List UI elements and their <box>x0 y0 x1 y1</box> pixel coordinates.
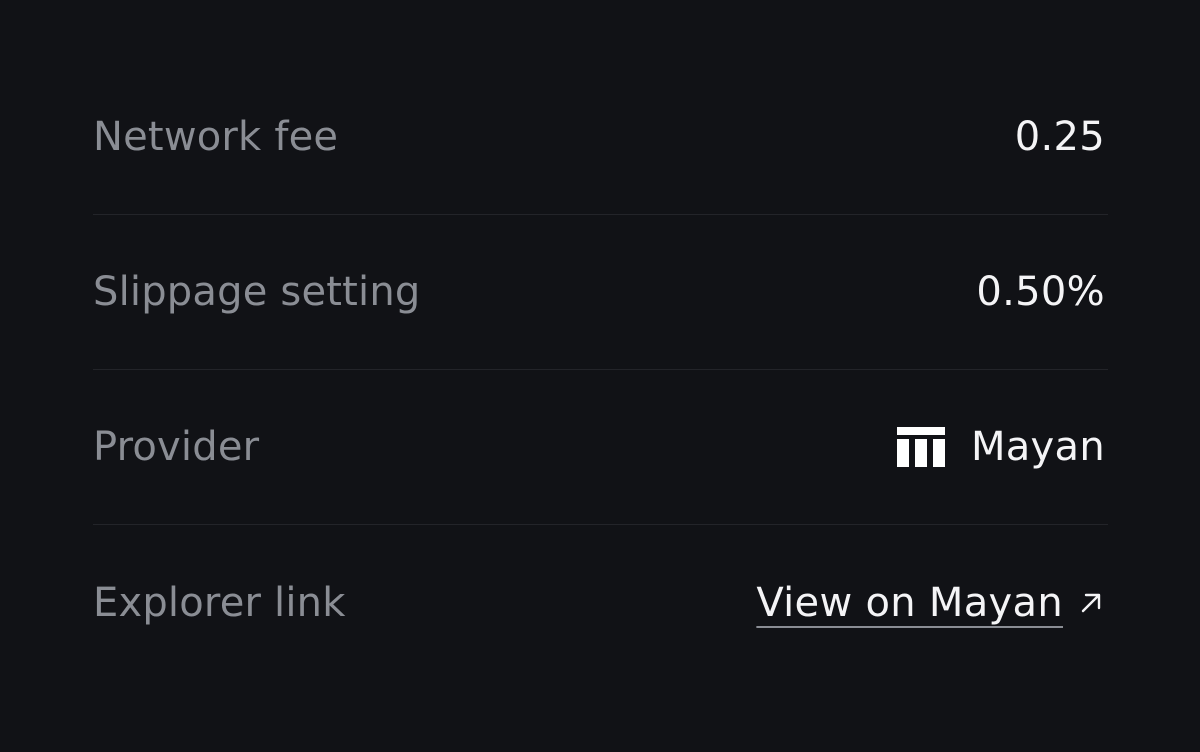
explorer-link-label: Explorer link <box>93 579 346 626</box>
slippage-setting-row: Slippage setting 0.50% <box>93 215 1108 370</box>
transaction-details-panel: Network fee 0.25 Slippage setting 0.50% … <box>0 0 1200 752</box>
mayan-logo-icon <box>896 427 945 467</box>
network-fee-row: Network fee 0.25 <box>93 60 1108 215</box>
view-on-mayan-link[interactable]: View on Mayan <box>756 580 1063 626</box>
explorer-link-value: View on Mayan <box>756 580 1105 626</box>
provider-value: Mayan <box>896 424 1105 470</box>
provider-label: Provider <box>93 424 260 470</box>
arrow-up-right-icon[interactable] <box>1077 589 1105 617</box>
explorer-link-row: Explorer link View on Mayan <box>93 525 1108 680</box>
network-fee-label: Network fee <box>93 114 339 160</box>
provider-row: Provider Mayan <box>93 370 1108 525</box>
slippage-setting-value: 0.50% <box>976 269 1105 315</box>
slippage-setting-label: Slippage setting <box>93 269 421 315</box>
provider-name: Mayan <box>970 424 1105 470</box>
network-fee-value: 0.25 <box>1014 114 1105 160</box>
